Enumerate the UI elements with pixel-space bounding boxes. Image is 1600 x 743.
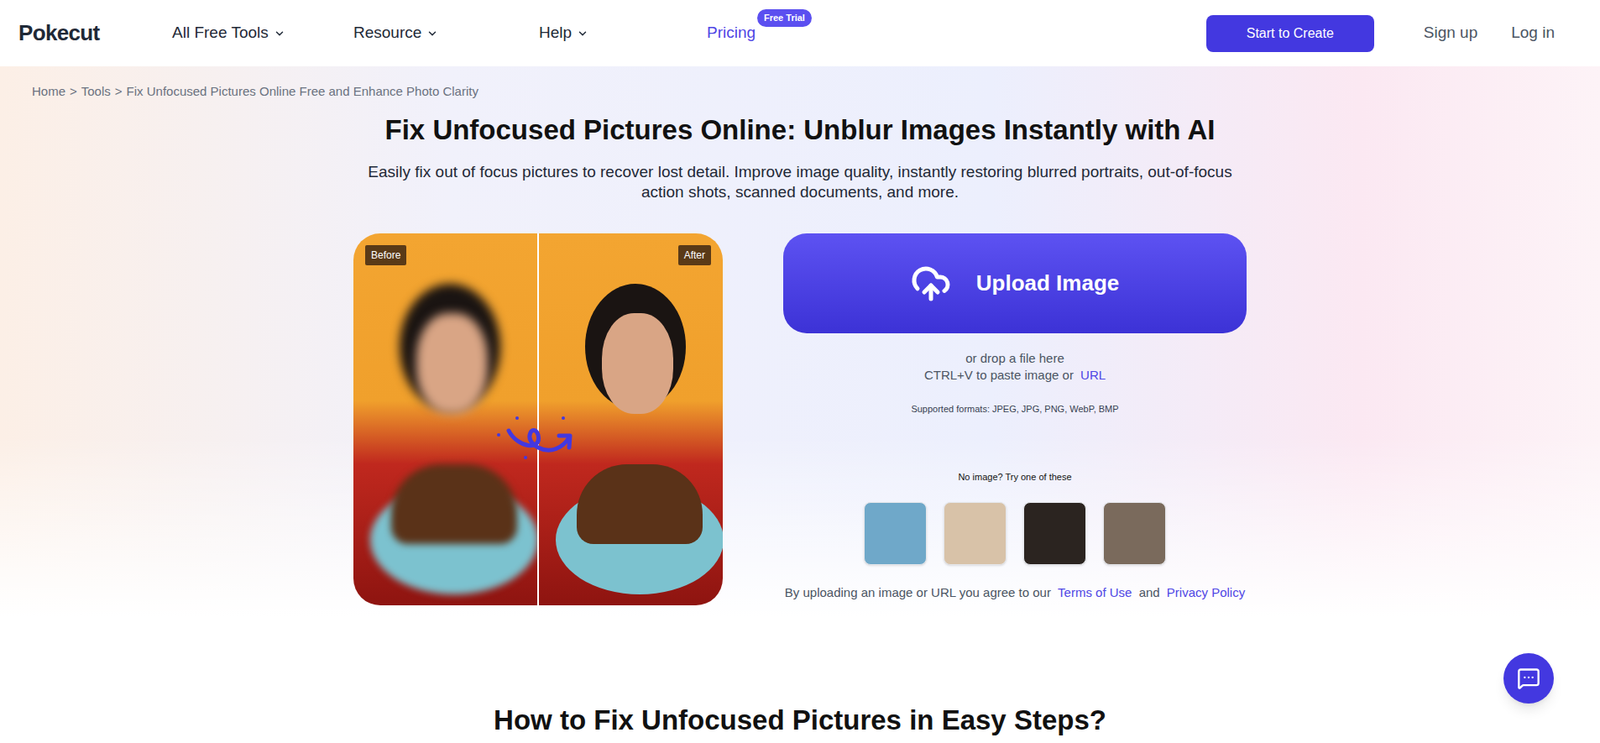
sample-image[interactable] [943,501,1007,565]
upload-image-button[interactable]: Upload Image [783,233,1247,334]
nav-item[interactable]: Help [538,20,589,46]
sample-image[interactable] [1023,501,1087,565]
breadcrumb-item[interactable]: Home [31,82,66,102]
chevron-down-icon [273,27,286,40]
terms-notice: By uploading an image or URL you agree t… [784,584,1245,602]
paste-hint: CTRL+V to paste image or URL [924,366,1106,384]
cloud-upload-icon [910,263,952,304]
main-nav: All Free Tools Resource Help PricingFree Tr… [172,20,756,46]
nav-item[interactable]: All Free Tools [172,20,286,46]
nav-item[interactable]: Resource [353,20,439,46]
login-link[interactable]: Log in [1511,20,1555,46]
chat-button[interactable] [1503,653,1554,704]
page-title: Fix Unfocused Pictures Online: Unblur Im… [31,113,1569,147]
sample-image[interactable] [1103,501,1167,565]
nav-item[interactable]: PricingFree Trial [706,20,756,46]
breadcrumb-separator: > [69,82,78,102]
signup-link[interactable]: Sign up [1423,20,1478,46]
before-label: Before [365,245,407,266]
chevron-down-icon [426,27,439,40]
page-subtitle: Easily fix out of focus pictures to reco… [350,162,1250,203]
chat-icon [1516,666,1541,691]
logo[interactable]: Pokecut [0,16,173,50]
sample-image[interactable] [863,501,927,565]
privacy-link[interactable]: Privacy Policy [1166,585,1245,600]
after-photo [538,233,723,606]
start-to-create-button[interactable]: Start to Create [1206,15,1375,53]
breadcrumb-item[interactable]: Tools [81,82,111,102]
before-after-preview: Before After [353,233,723,606]
terms-link[interactable]: Terms of Use [1057,585,1132,600]
samples-label: No image? Try one of these [957,470,1072,484]
breadcrumb: Home>Tools>Fix Unfocused Pictures Online… [31,83,1569,100]
supported-formats: Supported formats: JPEG, JPG, PNG, WebP,… [910,402,1119,416]
sample-images [863,501,1167,565]
drop-hint: or drop a file here [965,350,1065,367]
upload-panel: Upload Image or drop a file hereCTRL+V to… [783,233,1247,606]
tool-row: Before After Upload Image or drop a file he… [31,233,1569,606]
header: PokecutAll Free Tools Resource Help Pricing… [0,0,1600,67]
hero: Home>Tools>Fix Unfocused Pictures Online… [0,66,1600,738]
chevron-down-icon [576,27,589,40]
after-label: After [678,245,712,266]
url-link[interactable]: URL [1080,367,1106,382]
page: PokecutAll Free Tools Resource Help Pricing… [0,0,1600,743]
swirl-arrow-icon [491,413,585,465]
section-heading: How to Fix Unfocused Pictures in Easy St… [31,703,1569,738]
free-trial-badge: Free Trial [757,9,812,27]
breadcrumb-separator: > [115,82,123,102]
before-photo [353,233,538,606]
breadcrumb-item: Fix Unfocused Pictures Online Free and E… [126,82,479,102]
